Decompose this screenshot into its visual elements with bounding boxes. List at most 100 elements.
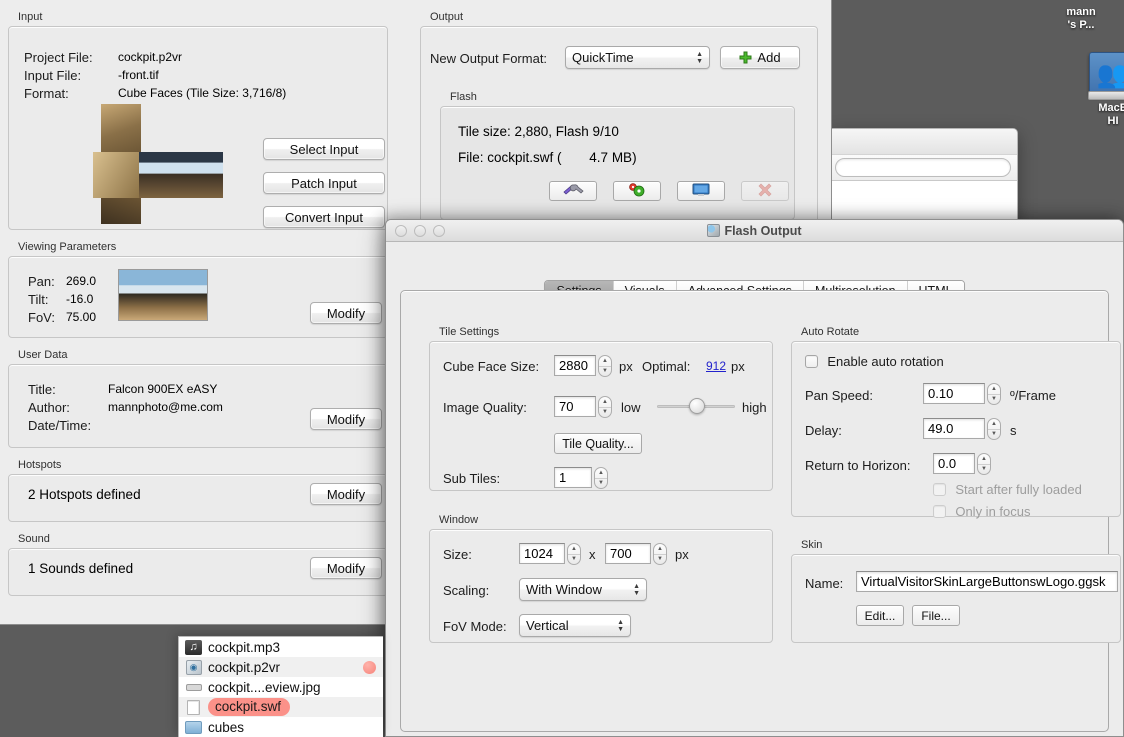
red-tag-dot-icon[interactable] — [363, 661, 376, 674]
zoom-button[interactable] — [433, 224, 445, 237]
title-value: Falcon 900EX eASY — [108, 382, 218, 396]
only-in-focus-label: Only in focus — [955, 504, 1031, 519]
patch-input-button[interactable]: Patch Input — [263, 172, 385, 194]
desktop-icon-label-line2: 's P... — [1067, 19, 1095, 31]
background-search-field[interactable] — [835, 158, 1011, 177]
stepper-up-icon[interactable]: ▲ — [599, 356, 611, 367]
start-after-fully-loaded-checkbox — [933, 483, 946, 496]
flash-dialog-titlebar[interactable]: Flash Output — [386, 220, 1123, 242]
scaling-select[interactable]: With Window ▲ ▼ — [519, 578, 647, 601]
stepper-down-icon[interactable]: ▼ — [599, 408, 611, 418]
slider-knob[interactable] — [689, 398, 705, 414]
window-height-input[interactable]: 700 — [605, 543, 651, 564]
output-group-title: Output — [430, 11, 464, 23]
file-name: cockpit.swf — [208, 698, 291, 716]
list-item[interactable]: cockpit....eview.jpg — [179, 677, 383, 697]
flash-dialog-title: Flash Output — [724, 223, 802, 238]
list-item[interactable]: ◉ cockpit.p2vr — [179, 657, 383, 677]
window-width-input[interactable]: 1024 — [519, 543, 565, 564]
list-item[interactable]: ♫ cockpit.mp3 — [179, 637, 383, 657]
output-format-select[interactable]: QuickTime ▲ ▼ — [565, 46, 710, 69]
stepper-down-icon[interactable]: ▼ — [568, 555, 580, 565]
stepper-down-icon[interactable]: ▼ — [988, 430, 1000, 440]
pan-speed-input[interactable]: 0.10 — [923, 383, 985, 404]
finder-file-list[interactable]: ♫ cockpit.mp3 ◉ cockpit.p2vr cockpit....… — [178, 636, 383, 737]
stepper-up-icon[interactable]: ▲ — [978, 454, 990, 465]
file-name: cockpit.mp3 — [208, 639, 281, 655]
window-width-stepper[interactable]: ▲ ▼ — [567, 543, 581, 565]
return-to-horizon-stepper[interactable]: ▲ ▼ — [977, 453, 991, 475]
sub-tiles-input[interactable]: 1 — [554, 467, 592, 488]
hotspots-title: Hotspots — [18, 459, 62, 471]
desktop-icon-mann-p[interactable]: mann 's P... — [1038, 6, 1124, 32]
hotspots-modify-button[interactable]: Modify — [310, 483, 382, 505]
add-output-button[interactable]: Add — [720, 46, 800, 69]
convert-input-button[interactable]: Convert Input — [263, 206, 385, 228]
input-field-project-value: cockpit.p2vr — [118, 50, 183, 64]
skin-box — [791, 554, 1121, 643]
enable-auto-rotation-checkbox[interactable] — [805, 355, 818, 368]
skin-name-input[interactable]: VirtualVisitorSkinLargeButtonswLogo.ggsk — [856, 571, 1118, 592]
file-name: cubes — [208, 719, 245, 735]
sound-group: Sound 1 Sounds defined Modify — [8, 533, 388, 596]
new-output-format-label: New Output Format: — [430, 51, 548, 66]
cube-face-size-stepper[interactable]: ▲ ▼ — [598, 355, 612, 377]
flash-output-dialog[interactable]: Flash Output Settings Visuals Advanced S… — [385, 219, 1124, 737]
cube-face-size-label: Cube Face Size: — [443, 359, 540, 374]
process-gears-button[interactable] — [613, 181, 661, 201]
viewing-modify-button[interactable]: Modify — [310, 302, 382, 324]
red-x-icon — [758, 183, 772, 200]
stepper-up-icon[interactable]: ▲ — [654, 544, 666, 555]
user-data-modify-button[interactable]: Modify — [310, 408, 382, 430]
only-in-focus-checkbox — [933, 505, 946, 518]
preview-monitor-button[interactable] — [677, 181, 725, 201]
skin-edit-button[interactable]: Edit... — [856, 605, 904, 626]
cube-face-size-input[interactable]: 2880 — [554, 355, 596, 376]
stepper-down-icon[interactable]: ▼ — [595, 479, 607, 489]
tile-settings-title: Tile Settings — [439, 326, 500, 338]
enable-auto-rotation-row[interactable]: Enable auto rotation — [805, 354, 944, 369]
stepper-up-icon[interactable]: ▲ — [595, 468, 607, 479]
stepper-down-icon[interactable]: ▼ — [599, 367, 611, 377]
pan-speed-stepper[interactable]: ▲ ▼ — [987, 383, 1001, 405]
optimal-value-link[interactable]: 912 — [706, 359, 726, 373]
settings-tools-button[interactable] — [549, 181, 597, 201]
sub-tiles-stepper[interactable]: ▲ ▼ — [594, 467, 608, 489]
stepper-up-icon[interactable]: ▲ — [599, 397, 611, 408]
datetime-label: Date/Time: — [28, 418, 92, 433]
window-height-stepper[interactable]: ▲ ▼ — [653, 543, 667, 565]
background-window-search-row[interactable] — [829, 155, 1017, 181]
desktop-icon-macbook-hd[interactable]: 👥 MacB HI — [1070, 52, 1124, 128]
sound-modify-button[interactable]: Modify — [310, 557, 382, 579]
background-finder-window[interactable] — [828, 128, 1018, 225]
stepper-down-icon[interactable]: ▼ — [654, 555, 666, 565]
stepper-up-icon[interactable]: ▲ — [988, 384, 1000, 395]
image-quality-slider[interactable] — [657, 398, 735, 414]
minimize-button[interactable] — [414, 224, 426, 237]
stepper-down-icon[interactable]: ▼ — [988, 395, 1000, 405]
image-quality-input[interactable]: 70 — [554, 396, 596, 417]
window-controls[interactable] — [395, 224, 445, 237]
flash-file-size: 4.7 MB) — [589, 150, 637, 165]
skin-file-button[interactable]: File... — [912, 605, 960, 626]
select-input-button[interactable]: Select Input — [263, 138, 385, 160]
list-item[interactable]: cubes — [179, 717, 383, 737]
return-to-horizon-input[interactable]: 0.0 — [933, 453, 975, 474]
window-size-label: Size: — [443, 547, 472, 562]
optimal-unit: px — [731, 359, 745, 374]
window-settings-title: Window — [439, 514, 479, 526]
output-format-value: QuickTime — [572, 50, 634, 65]
close-button[interactable] — [395, 224, 407, 237]
settings-tab-panel: Tile Settings Cube Face Size: 2880 ▲ ▼ p… — [400, 290, 1121, 732]
fov-mode-select[interactable]: Vertical ▲ ▼ — [519, 614, 631, 637]
delay-input[interactable]: 49.0 — [923, 418, 985, 439]
start-after-fully-loaded-label: Start after fully loaded — [955, 482, 1082, 497]
stepper-down-icon[interactable]: ▼ — [978, 465, 990, 475]
tile-quality-button[interactable]: Tile Quality... — [554, 433, 642, 454]
stepper-up-icon[interactable]: ▲ — [988, 419, 1000, 430]
image-quality-stepper[interactable]: ▲ ▼ — [598, 396, 612, 418]
pan-value: 269.0 — [66, 274, 97, 288]
list-item[interactable]: cockpit.swf — [179, 697, 383, 717]
delay-stepper[interactable]: ▲ ▼ — [987, 418, 1001, 440]
stepper-up-icon[interactable]: ▲ — [568, 544, 580, 555]
